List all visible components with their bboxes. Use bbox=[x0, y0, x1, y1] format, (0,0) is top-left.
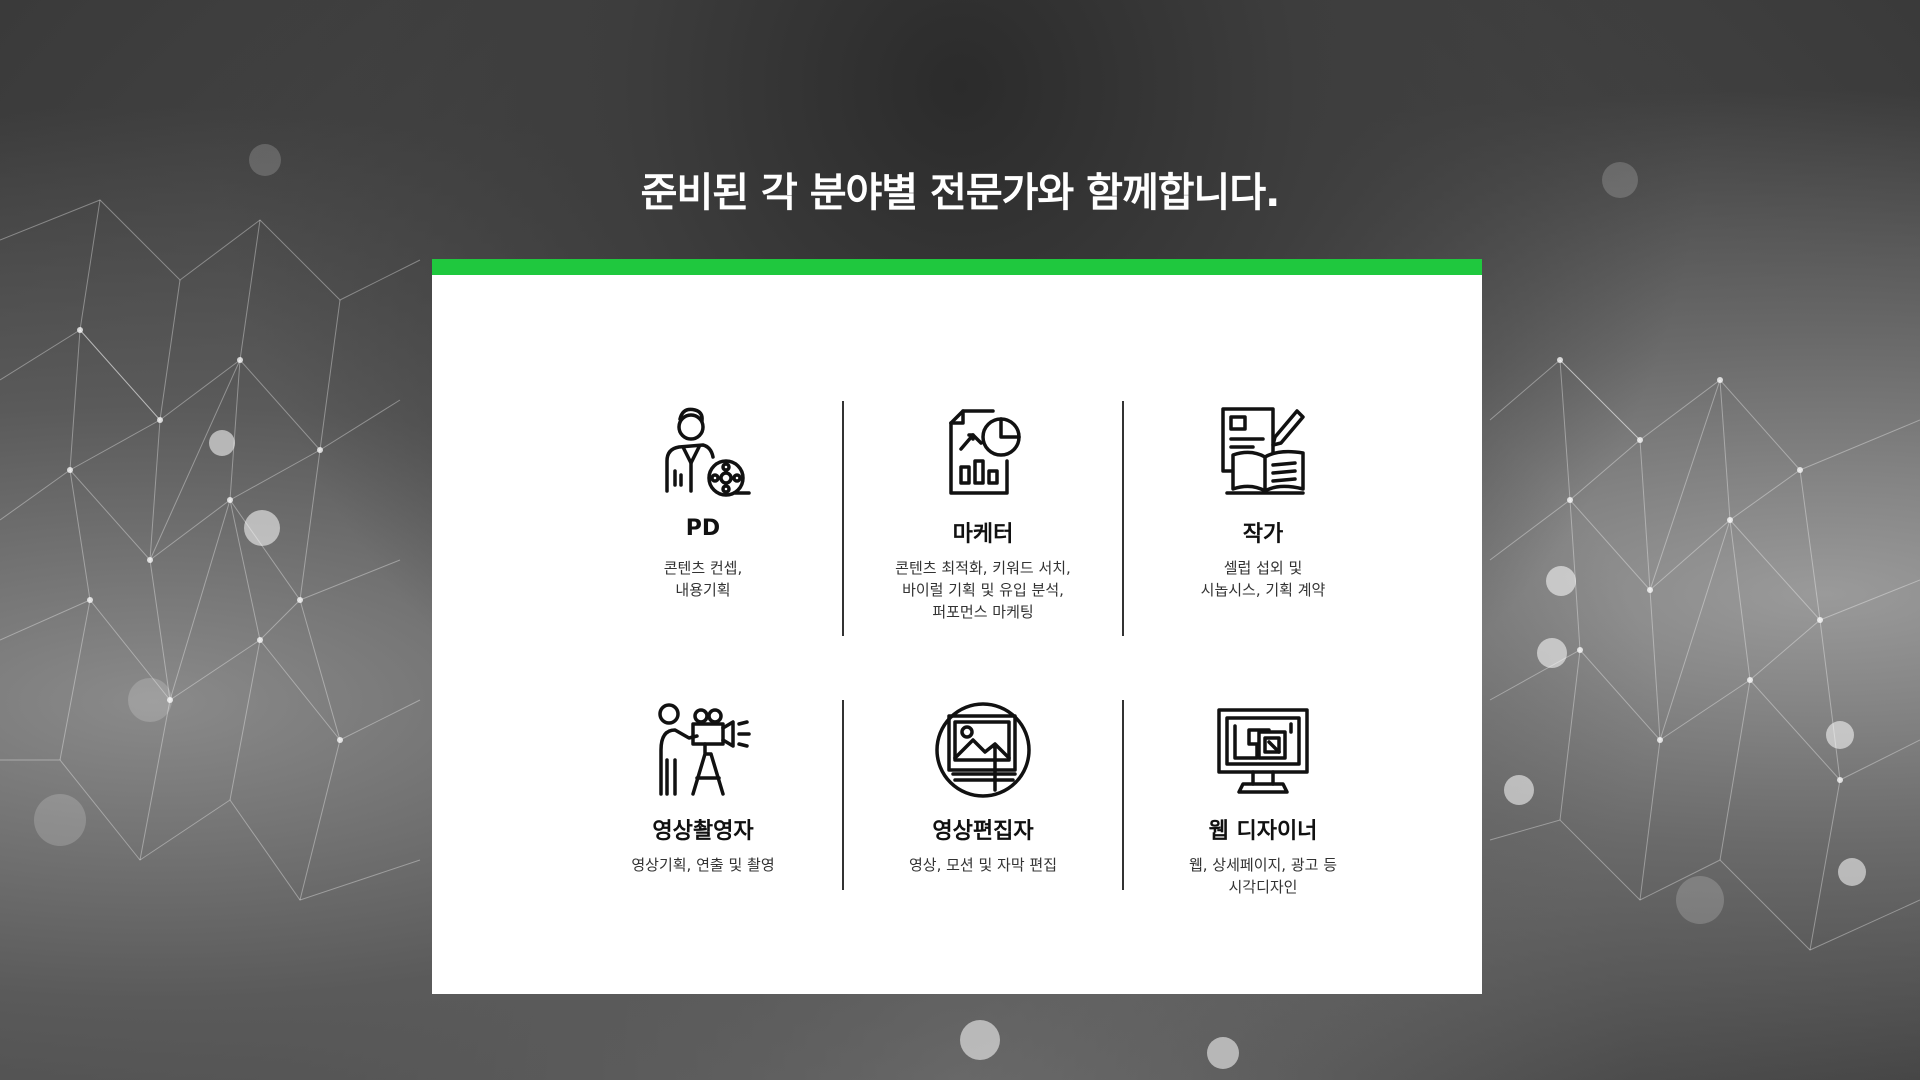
expert-title: PD bbox=[685, 516, 721, 541]
experts-panel: PD 콘텐츠 컨셉, 내용기획 마케터 콘텐츠 최적화, 키워드 서치, 바이럴… bbox=[432, 259, 1482, 994]
expert-title: 영상촬영자 bbox=[652, 819, 754, 844]
expert-description: 웹, 상세페이지, 광고 등 시각디자인 bbox=[1188, 856, 1338, 896]
expert-description: 콘텐츠 최적화, 키워드 서치, 바이럴 기획 및 유입 분석, 퍼포먼스 마케… bbox=[895, 559, 1071, 621]
producer-film-reel-icon bbox=[653, 401, 753, 501]
expert-title: 마케터 bbox=[952, 522, 1014, 547]
page-headline: 준비된 각 분야별 전문가와 함께합니다. bbox=[640, 170, 1281, 216]
web-designer-monitor-icon bbox=[1213, 700, 1313, 800]
video-editor-image-frame-icon bbox=[933, 700, 1033, 800]
cameraman-tripod-icon bbox=[653, 700, 753, 800]
writer-book-pen-icon bbox=[1213, 401, 1313, 501]
expert-description: 셀럽 섭외 및 시놉시스, 기획 계약 bbox=[1200, 559, 1326, 599]
marketing-report-chart-icon bbox=[933, 401, 1033, 501]
expert-description: 영상기획, 연출 및 촬영 bbox=[631, 856, 775, 874]
expert-title: 영상편집자 bbox=[932, 819, 1034, 844]
expert-description: 영상, 모션 및 자막 편집 bbox=[908, 856, 1058, 874]
expert-title: 작가 bbox=[1242, 522, 1284, 547]
expert-description: 콘텐츠 컨셉, 내용기획 bbox=[663, 559, 743, 599]
expert-title: 웹 디자이너 bbox=[1208, 819, 1318, 844]
